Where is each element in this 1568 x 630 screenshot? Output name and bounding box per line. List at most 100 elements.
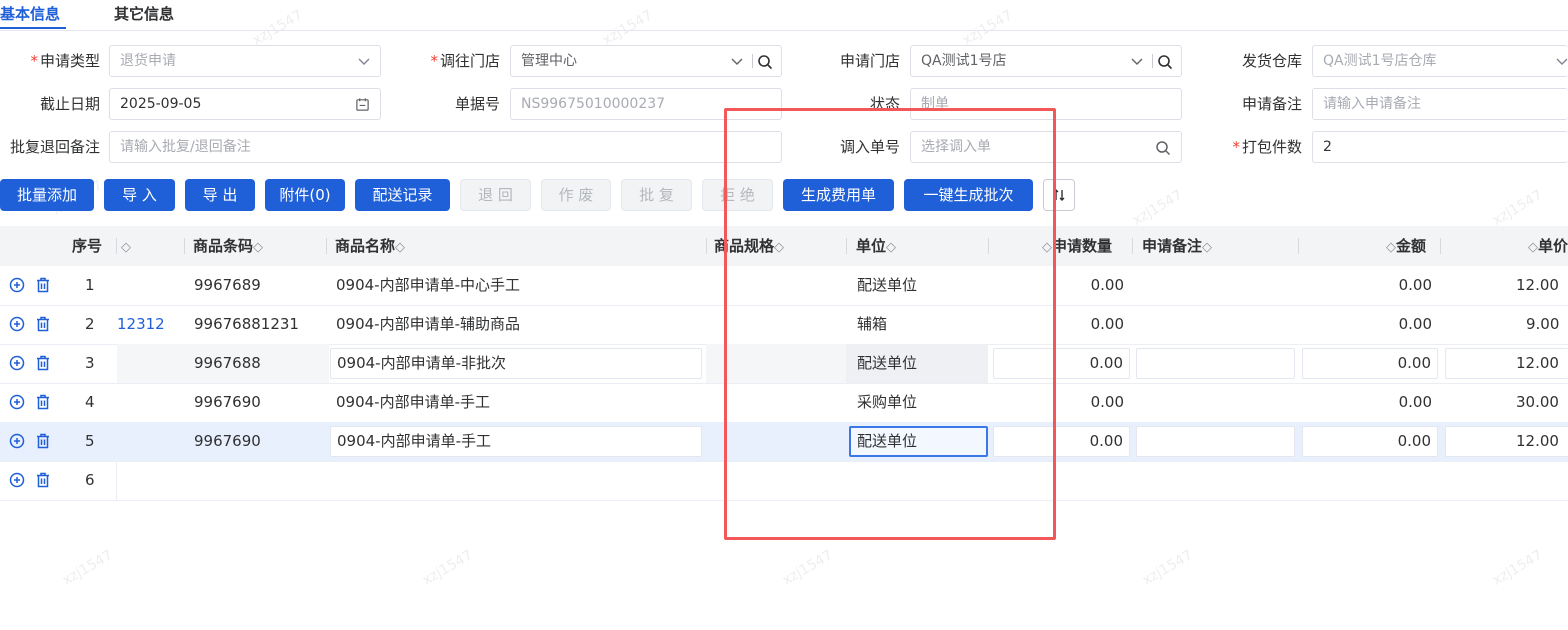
table-row[interactable]: 3 9967688 0904-内部申请单-非批次 配送单位 0.00 0.00 … (0, 344, 1568, 384)
search-icon[interactable] (1157, 54, 1173, 70)
transfer-in-no-select[interactable]: 选择调入单 (910, 131, 1182, 163)
cell-price-input[interactable]: 12.00 (1445, 426, 1568, 457)
apply-remark-input[interactable]: 请输入申请备注 (1312, 88, 1568, 120)
col-seq: 序号 (72, 237, 103, 255)
watermark: xzj1547 (779, 547, 836, 589)
cell-code: 9967690 (194, 393, 261, 411)
void-button[interactable]: 作 废 (541, 179, 611, 211)
col-name[interactable]: 商品名称◇ (335, 226, 405, 266)
add-row-icon[interactable] (9, 394, 25, 410)
cell-qty-input[interactable]: 0.00 (993, 348, 1130, 379)
chevron-down-icon (731, 58, 743, 65)
divider (706, 238, 707, 254)
cell-code: 9967690 (194, 432, 261, 450)
row-band (706, 344, 846, 383)
cell-name: 0904-内部申请单-中心手工 (336, 276, 520, 294)
reply-remark-input[interactable]: 请输入批复/退回备注 (109, 131, 782, 163)
col-qty[interactable]: ◇申请数量 (1042, 226, 1112, 266)
cell-remark-input[interactable] (1136, 426, 1295, 457)
tab-other-info[interactable]: 其它信息 (114, 3, 174, 24)
reply-remark-label: 批复退回备注 (9, 138, 100, 156)
generate-batch-button[interactable]: 一键生成批次 (904, 179, 1033, 211)
table-row[interactable]: 4 9967690 0904-内部申请单-手工 采购单位 0.00 0.00 3… (0, 383, 1568, 423)
delete-row-icon[interactable] (35, 394, 51, 410)
cell-amount-input[interactable]: 0.00 (1302, 348, 1438, 379)
deadline-date-picker[interactable]: 2025-09-05 (109, 88, 381, 120)
delete-row-icon[interactable] (35, 355, 51, 371)
attachment-button[interactable]: 附件(0) (265, 179, 345, 211)
delete-row-icon[interactable] (35, 472, 51, 488)
tab-basic-info[interactable]: 基本信息 (0, 3, 60, 24)
delete-row-icon[interactable] (35, 433, 51, 449)
col-price[interactable]: ◇单价 (1528, 226, 1568, 266)
status-field: 制单 (910, 88, 1182, 120)
search-icon[interactable] (1155, 140, 1171, 156)
apply-store-select[interactable]: QA测试1号店 (910, 45, 1182, 77)
column-settings-button[interactable] (1043, 179, 1075, 211)
table-row[interactable]: 2 12312 99676881231 0904-内部申请单-辅助商品 辅箱 0… (0, 305, 1568, 345)
calendar-icon (356, 98, 369, 111)
add-row-icon[interactable] (9, 316, 25, 332)
col-spec[interactable]: 商品规格◇ (714, 226, 784, 266)
reject-button[interactable]: 拒 绝 (702, 179, 773, 211)
cell-name-input[interactable]: 0904-内部申请单-手工 (330, 426, 702, 457)
delivery-record-button[interactable]: 配送记录 (355, 179, 450, 211)
delete-row-icon[interactable] (35, 277, 51, 293)
cell-unit[interactable]: 配送单位 (857, 344, 917, 383)
cell-price-input[interactable]: 12.00 (1445, 348, 1568, 379)
transfer-store-select[interactable]: 管理中心 (510, 45, 782, 77)
add-row-icon[interactable] (9, 355, 25, 371)
cell-name: 0904-内部申请单-手工 (336, 393, 490, 411)
cell-code: 9967688 (194, 354, 261, 372)
delete-row-icon[interactable] (35, 316, 51, 332)
cell-amount: 0.00 (1398, 393, 1432, 411)
ship-warehouse-select[interactable]: QA测试1号店仓库 (1312, 45, 1568, 77)
cell-remark-input[interactable] (1136, 348, 1295, 379)
transfer-store-label: * 调往门店 (430, 52, 500, 70)
approve-button[interactable]: 批 复 (621, 179, 692, 211)
cell-price: 9.00 (1526, 315, 1560, 333)
add-row-icon[interactable] (9, 433, 25, 449)
generate-fee-button[interactable]: 生成费用单 (783, 179, 894, 211)
add-row-icon[interactable] (9, 277, 25, 293)
cell-qty-input[interactable]: 0.00 (993, 426, 1130, 457)
table-row-selected[interactable]: 5 9967690 0904-内部申请单-手工 配送单位 0.00 0.00 1… (0, 422, 1568, 462)
divider (184, 238, 185, 254)
chevron-down-icon (1556, 58, 1568, 65)
pack-count-input[interactable]: 2 (1312, 131, 1568, 163)
col-code[interactable]: 商品条码◇ (193, 226, 263, 266)
sort-icon (1053, 189, 1065, 201)
export-button[interactable]: 导 出 (185, 179, 255, 211)
watermark: xzj1547 (1489, 187, 1546, 229)
cell-amount-input[interactable]: 0.00 (1302, 426, 1438, 457)
apply-type-label: * 申请类型 (30, 52, 100, 70)
table-row[interactable]: 1 9967689 0904-内部申请单-中心手工 配送单位 0.00 0.00… (0, 266, 1568, 306)
watermark: xzj1547 (1129, 187, 1186, 229)
col-unit[interactable]: 单位◇ (856, 226, 896, 266)
cell-code: 9967689 (194, 276, 261, 294)
col-remark[interactable]: 申请备注◇ (1142, 226, 1212, 266)
ship-warehouse-label: 发货仓库 (1241, 52, 1302, 70)
cell-seq: 3 (85, 354, 95, 372)
watermark: xzj1547 (419, 547, 476, 589)
col-extra-sort[interactable]: ◇ (121, 226, 131, 266)
table-row[interactable]: 6 (0, 461, 1568, 501)
apply-type-select[interactable]: 退货申请 (109, 45, 381, 77)
deadline-label: 截止日期 (39, 95, 100, 113)
cell-extra[interactable]: 12312 (117, 305, 165, 344)
cell-name-input[interactable]: 0904-内部申请单-非批次 (330, 348, 702, 379)
cell-unit-select[interactable]: 配送单位 (849, 426, 988, 457)
apply-store-label: 申请门店 (839, 52, 900, 70)
search-icon[interactable] (757, 54, 773, 70)
return-button[interactable]: 退 回 (460, 179, 531, 211)
import-button[interactable]: 导 入 (104, 179, 175, 211)
cell-seq: 5 (85, 432, 95, 450)
batch-add-button[interactable]: 批量添加 (0, 179, 94, 211)
add-row-icon[interactable] (9, 472, 25, 488)
watermark: xzj1547 (1489, 547, 1546, 589)
cell-qty: 0.00 (1090, 315, 1124, 333)
divider (116, 461, 117, 500)
cell-amount: 0.00 (1398, 276, 1432, 294)
cell-price: 30.00 (1516, 393, 1559, 411)
col-amount[interactable]: ◇金额 (1386, 226, 1426, 266)
